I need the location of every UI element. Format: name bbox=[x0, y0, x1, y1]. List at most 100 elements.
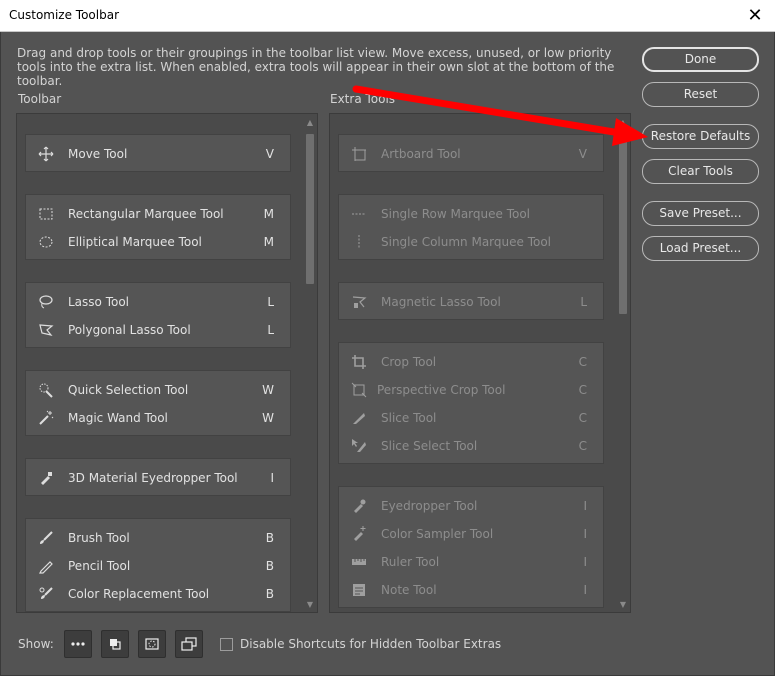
tool-row[interactable]: Brush Tool B bbox=[26, 524, 290, 552]
tool-row[interactable]: Ruler Tool I bbox=[339, 548, 603, 576]
clear-tools-button[interactable]: Clear Tools bbox=[642, 159, 759, 184]
crop-icon bbox=[351, 354, 367, 370]
tool-shortcut: W bbox=[262, 383, 274, 397]
tool-name: Perspective Crop Tool bbox=[377, 383, 506, 397]
tool-row[interactable]: Polygonal Lasso Tool L bbox=[26, 316, 290, 344]
ruler-icon bbox=[351, 554, 367, 570]
scroll-down-icon[interactable]: ▼ bbox=[305, 600, 315, 610]
tool-shortcut: C bbox=[578, 439, 587, 453]
tool-row[interactable]: Note Tool I bbox=[339, 576, 603, 604]
toolbar-group[interactable]: Quick Selection Tool W Magic Wand Tool W bbox=[25, 370, 291, 436]
tool-name: Lasso Tool bbox=[68, 295, 130, 309]
description-text: Drag and drop tools or their groupings i… bbox=[17, 46, 615, 88]
done-button[interactable]: Done bbox=[642, 47, 759, 72]
tool-shortcut: L bbox=[267, 323, 274, 337]
tool-row[interactable]: Rectangular Marquee Tool M bbox=[26, 200, 290, 228]
tool-name: Magnetic Lasso Tool bbox=[381, 295, 501, 309]
save-preset-button[interactable]: Save Preset... bbox=[642, 201, 759, 226]
eyedropper-icon bbox=[351, 498, 367, 514]
tool-name: Single Column Marquee Tool bbox=[381, 235, 552, 249]
tool-row[interactable]: Quick Selection Tool W bbox=[26, 376, 290, 404]
more-tools-button[interactable] bbox=[64, 630, 92, 658]
tool-shortcut: B bbox=[265, 587, 274, 601]
tool-row[interactable]: Slice Select Tool C bbox=[339, 432, 603, 460]
tool-shortcut: I bbox=[583, 499, 587, 513]
tool-name: Pencil Tool bbox=[68, 559, 131, 573]
tool-shortcut: V bbox=[265, 147, 274, 161]
extra-group[interactable]: Magnetic Lasso Tool L bbox=[338, 282, 604, 320]
note-icon bbox=[351, 582, 367, 598]
scroll-up-icon[interactable]: ▲ bbox=[305, 118, 315, 128]
quick-selection-icon bbox=[38, 382, 54, 398]
tool-row[interactable]: Single Row Marquee Tool bbox=[339, 200, 603, 228]
tool-shortcut: M bbox=[263, 207, 274, 221]
ellipse-marquee-icon bbox=[38, 234, 54, 250]
tool-row[interactable]: Perspective Crop Tool C bbox=[339, 376, 603, 404]
tool-name: Brush Tool bbox=[68, 531, 130, 545]
tool-row[interactable]: Pencil Tool B bbox=[26, 552, 290, 580]
tool-row[interactable]: Elliptical Marquee Tool M bbox=[26, 228, 290, 256]
tool-row[interactable]: Lasso Tool L bbox=[26, 288, 290, 316]
tool-name: Quick Selection Tool bbox=[68, 383, 189, 397]
toolbar-list[interactable]: Move Tool V Rectangular Marquee Tool M Ellip… bbox=[16, 113, 318, 613]
tool-name: Single Row Marquee Tool bbox=[381, 207, 531, 221]
tool-name: Magic Wand Tool bbox=[68, 411, 168, 425]
tool-row[interactable]: Crop Tool C bbox=[339, 348, 603, 376]
load-preset-button[interactable]: Load Preset... bbox=[642, 236, 759, 261]
tool-row[interactable]: Artboard Tool V bbox=[339, 140, 603, 168]
toolbar-group[interactable]: Move Tool V bbox=[25, 134, 291, 172]
tool-name: Slice Tool bbox=[381, 411, 437, 425]
close-icon[interactable]: ✕ bbox=[741, 2, 769, 30]
screen-mode-icon bbox=[181, 637, 197, 651]
tool-name: Elliptical Marquee Tool bbox=[68, 235, 202, 249]
disable-shortcuts-checkbox[interactable] bbox=[220, 638, 233, 651]
tool-name: Eyedropper Tool bbox=[381, 499, 478, 513]
toolbar-group[interactable]: 3D Material Eyedropper Tool I bbox=[25, 458, 291, 496]
extra-group[interactable]: Single Row Marquee Tool Single Column Mar… bbox=[338, 194, 604, 260]
extra-group[interactable]: Crop Tool C Perspective Crop Tool C Slice To… bbox=[338, 342, 604, 464]
scroll-down-icon[interactable]: ▼ bbox=[618, 600, 628, 610]
reset-button[interactable]: Reset bbox=[642, 82, 759, 107]
color-swatches-button[interactable] bbox=[101, 630, 129, 658]
screen-mode-button[interactable] bbox=[175, 630, 203, 658]
toolbar-group[interactable]: Rectangular Marquee Tool M Elliptical Marq… bbox=[25, 194, 291, 260]
tool-shortcut: I bbox=[583, 583, 587, 597]
tool-row[interactable]: Move Tool V bbox=[26, 140, 290, 168]
extra-tools-list[interactable]: Artboard Tool V Single Row Marquee Tool Sin… bbox=[329, 113, 631, 613]
extra-scrollbar[interactable]: ▲ ▼ bbox=[618, 116, 628, 610]
scroll-thumb[interactable] bbox=[619, 134, 627, 314]
tool-shortcut: M bbox=[263, 235, 274, 249]
tool-shortcut: W bbox=[262, 411, 274, 425]
artboard-icon bbox=[351, 146, 367, 162]
tool-row[interactable]: Single Column Marquee Tool bbox=[339, 228, 603, 256]
pencil-icon bbox=[38, 558, 54, 574]
restore-defaults-button[interactable]: Restore Defaults bbox=[642, 124, 759, 149]
quick-mask-button[interactable] bbox=[138, 630, 166, 658]
window-title: Customize Toolbar bbox=[9, 8, 120, 22]
tool-row[interactable]: Color Replacement Tool B bbox=[26, 580, 290, 608]
tool-name: Note Tool bbox=[381, 583, 437, 597]
slice-icon bbox=[351, 410, 367, 426]
toolbar-group[interactable]: Lasso Tool L Polygonal Lasso Tool L bbox=[25, 282, 291, 348]
scroll-up-icon[interactable]: ▲ bbox=[618, 118, 628, 128]
tool-shortcut: B bbox=[265, 531, 274, 545]
tool-row[interactable]: Slice Tool C bbox=[339, 404, 603, 432]
extra-group[interactable]: Eyedropper Tool I Color Sampler Tool I Ruler… bbox=[338, 486, 604, 608]
tool-row[interactable]: Color Sampler Tool I bbox=[339, 520, 603, 548]
tool-shortcut: L bbox=[580, 295, 587, 309]
tool-shortcut: I bbox=[270, 471, 274, 485]
tool-name: Artboard Tool bbox=[381, 147, 461, 161]
toolbar-group[interactable]: Brush Tool B Pencil Tool B Color Replacement… bbox=[25, 518, 291, 612]
toolbar-list-label: Toolbar bbox=[18, 92, 62, 106]
tool-row[interactable]: Eyedropper Tool I bbox=[339, 492, 603, 520]
tool-name: Rectangular Marquee Tool bbox=[68, 207, 224, 221]
scroll-thumb[interactable] bbox=[306, 134, 314, 284]
toolbar-scrollbar[interactable]: ▲ ▼ bbox=[305, 116, 315, 610]
extra-tools-label: Extra Tools bbox=[330, 92, 396, 106]
tool-row[interactable]: Magic Wand Tool W bbox=[26, 404, 290, 432]
extra-group[interactable]: Artboard Tool V bbox=[338, 134, 604, 172]
tool-row[interactable]: 3D Material Eyedropper Tool I bbox=[26, 464, 290, 492]
move-icon bbox=[38, 146, 54, 162]
tool-row[interactable]: Magnetic Lasso Tool L bbox=[339, 288, 603, 316]
foreground-background-icon bbox=[110, 639, 121, 650]
